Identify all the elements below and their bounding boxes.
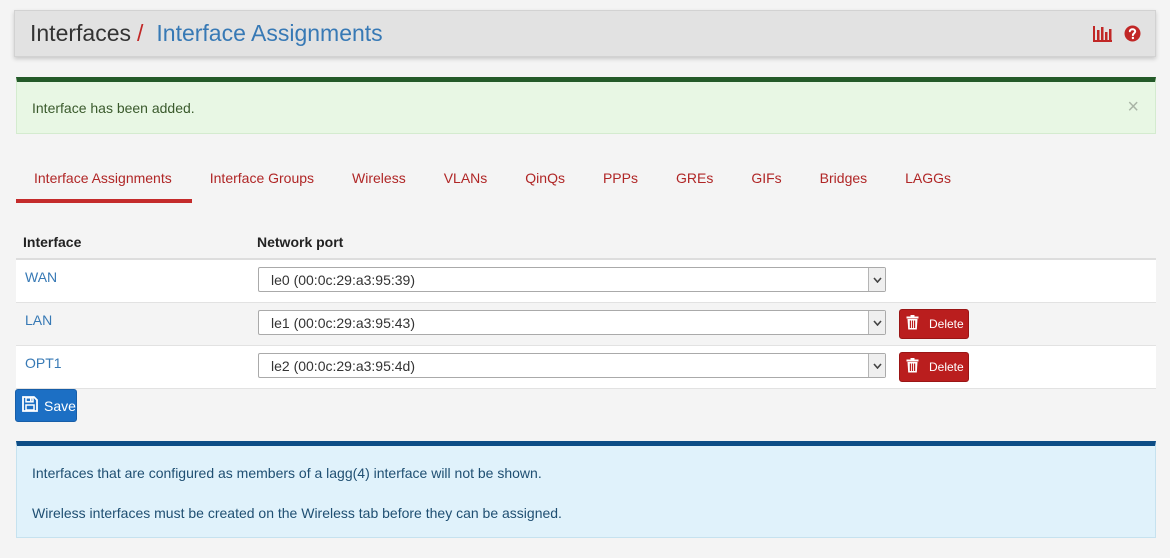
tab-interface-assignments[interactable]: Interface Assignments (16, 160, 192, 203)
tab-vlans[interactable]: VLANs (426, 160, 508, 203)
table-row: WAN le0 (00:0c:29:a3:95:39) (16, 260, 1156, 303)
trash-icon (906, 315, 919, 333)
success-message: Interface has been added. (32, 100, 195, 116)
tab-laggs[interactable]: LAGGs (887, 160, 971, 203)
interface-link-lan[interactable]: LAN (25, 312, 52, 328)
tab-gres[interactable]: GREs (658, 160, 733, 203)
close-icon[interactable]: × (1127, 96, 1139, 119)
tab-bar: Interface Assignments Interface Groups W… (16, 160, 971, 203)
chevron-down-icon[interactable] (868, 268, 885, 291)
column-header-interface: Interface (23, 234, 82, 250)
tab-interface-groups[interactable]: Interface Groups (192, 160, 334, 203)
column-header-network-port: Network port (257, 234, 344, 250)
delete-label: Delete (929, 360, 964, 374)
network-port-select-opt1[interactable]: le2 (00:0c:29:a3:95:4d) (258, 353, 886, 378)
chevron-down-icon[interactable] (868, 311, 885, 334)
info-alert: Interfaces that are configured as member… (16, 441, 1156, 538)
page-header: Interfaces / Interface Assignments (14, 10, 1156, 57)
interface-table: Interface Network port WAN le0 (00:0c:29… (16, 224, 1156, 389)
tab-ppps[interactable]: PPPs (585, 160, 658, 203)
table-row: OPT1 le2 (00:0c:29:a3:95:4d) Delete (16, 346, 1156, 389)
breadcrumb-root[interactable]: Interfaces (30, 20, 131, 47)
trash-icon (906, 358, 919, 376)
tab-wireless[interactable]: Wireless (334, 160, 426, 203)
selected-port: le2 (00:0c:29:a3:95:4d) (271, 358, 415, 374)
bar-chart-icon[interactable] (1092, 25, 1113, 42)
table-header: Interface Network port (16, 224, 1156, 260)
network-port-select-wan[interactable]: le0 (00:0c:29:a3:95:39) (258, 267, 886, 292)
interface-link-opt1[interactable]: OPT1 (25, 355, 62, 371)
info-message-wireless: Wireless interfaces must be created on t… (32, 505, 562, 521)
header-icons (1092, 25, 1141, 42)
breadcrumb-page[interactable]: Interface Assignments (156, 20, 382, 47)
tab-gifs[interactable]: GIFs (733, 160, 801, 203)
interface-link-wan[interactable]: WAN (25, 269, 57, 285)
chevron-down-icon[interactable] (868, 354, 885, 377)
delete-label: Delete (929, 317, 964, 331)
network-port-select-lan[interactable]: le1 (00:0c:29:a3:95:43) (258, 310, 886, 335)
tab-qinqs[interactable]: QinQs (507, 160, 585, 203)
delete-button-lan[interactable]: Delete (899, 309, 969, 339)
selected-port: le0 (00:0c:29:a3:95:39) (271, 272, 415, 288)
selected-port: le1 (00:0c:29:a3:95:43) (271, 315, 415, 331)
delete-button-opt1[interactable]: Delete (899, 352, 969, 382)
success-alert: Interface has been added. × (16, 77, 1156, 134)
breadcrumb-separator: / (137, 20, 144, 46)
help-icon[interactable] (1124, 25, 1141, 42)
table-row: LAN le1 (00:0c:29:a3:95:43) Delete (16, 303, 1156, 346)
save-icon (22, 396, 38, 415)
info-message-lagg: Interfaces that are configured as member… (32, 465, 542, 481)
save-button[interactable]: Save (15, 389, 77, 422)
save-label: Save (44, 397, 76, 414)
tab-bridges[interactable]: Bridges (802, 160, 887, 203)
